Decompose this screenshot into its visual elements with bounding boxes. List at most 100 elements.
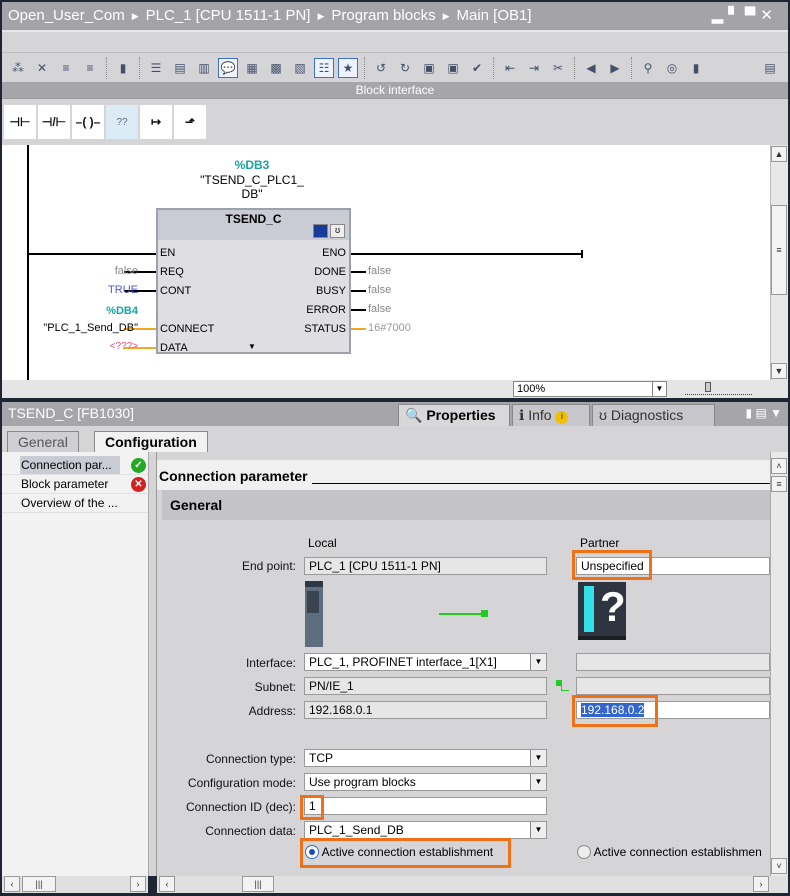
done-value[interactable]: false: [368, 265, 391, 277]
req-value[interactable]: false: [115, 265, 138, 277]
compile-icon[interactable]: ✔: [467, 58, 487, 78]
connect-value[interactable]: "PLC_1_Send_DB": [43, 322, 138, 334]
cont-value[interactable]: TRUE: [108, 284, 138, 296]
monitor-icon[interactable]: ⚲: [638, 58, 658, 78]
chevron-down-icon[interactable]: ▼: [530, 822, 546, 838]
crumb[interactable]: PLC_1 [CPU 1511-1 PN]: [146, 7, 311, 24]
configuration-mode-select[interactable]: Use program blocks ▼: [304, 773, 547, 791]
network-list-icon[interactable]: ☰: [146, 58, 166, 78]
scroll-right-icon[interactable]: ›: [753, 876, 769, 892]
unknown-device-icon: ?: [578, 582, 626, 640]
connection-line-icon: [439, 613, 481, 615]
goto-icon[interactable]: ↺: [371, 58, 391, 78]
star-icon[interactable]: ★: [338, 57, 358, 78]
coil-button[interactable]: –( )–: [72, 105, 104, 139]
content-vertical-scrollbar[interactable]: ˄ ≡ ˅: [770, 452, 788, 876]
scroll-thumb[interactable]: ≡: [771, 476, 787, 492]
goto2-icon[interactable]: ↻: [395, 58, 415, 78]
glasses-icon[interactable]: ◎: [662, 58, 682, 78]
list-icon[interactable]: ☷: [314, 57, 334, 78]
scroll-down-icon[interactable]: ˅: [771, 858, 787, 874]
collapse-icon[interactable]: ▤: [170, 58, 190, 78]
tab-diagnostics[interactable]: ʊ Diagnostics: [592, 404, 715, 426]
panel-controls-icon[interactable]: ▮ ▤ ▼: [746, 406, 783, 420]
editor-vertical-scrollbar[interactable]: ▲ ≡ ▼: [770, 145, 788, 380]
db-icon[interactable]: ▮: [113, 58, 133, 78]
label-address: Address:: [248, 704, 296, 718]
favorites-icon[interactable]: ▦: [242, 58, 262, 78]
chevron-down-icon[interactable]: ▼: [652, 382, 666, 396]
operand-icon[interactable]: ▩: [266, 58, 286, 78]
scroll-left-icon[interactable]: ‹: [159, 876, 175, 892]
splitter[interactable]: [2, 98, 788, 105]
scroll-up-icon[interactable]: ˄: [771, 458, 787, 474]
nav-item-overview[interactable]: Overview of the ...: [2, 494, 148, 513]
tab-general[interactable]: General: [7, 431, 79, 452]
scroll-down-icon[interactable]: ▼: [771, 363, 787, 379]
partner-interface: [576, 653, 770, 671]
chevron-down-icon[interactable]: ▼: [530, 750, 546, 766]
cut-icon[interactable]: ✂: [548, 58, 568, 78]
scroll-thumb[interactable]: |||: [242, 876, 274, 892]
user-icon[interactable]: ▤: [760, 58, 780, 78]
expand-arrow-icon[interactable]: ▼: [248, 342, 256, 351]
error-value[interactable]: false: [368, 303, 391, 315]
nc-contact-button[interactable]: ⊣/⊢: [38, 105, 70, 139]
window-controls[interactable]: ▂▘▀✕: [712, 2, 778, 30]
zoom-slider[interactable]: [685, 382, 752, 395]
busy-value[interactable]: false: [368, 284, 391, 296]
chevron-down-icon[interactable]: ▼: [530, 654, 546, 670]
insert-network-icon[interactable]: ⁂: [8, 58, 28, 78]
nav-item-connection-parameter[interactable]: Connection par... ✓: [2, 456, 148, 475]
instance-db-name[interactable]: "TSEND_C_PLC1_: [182, 173, 322, 187]
delete-network-icon[interactable]: ✕: [32, 58, 52, 78]
expand-icon[interactable]: ▥: [194, 58, 214, 78]
open-branch-button[interactable]: ↦: [140, 105, 172, 139]
comments-icon[interactable]: 💬: [218, 57, 238, 78]
crumb[interactable]: Open_User_Com: [8, 7, 125, 24]
check-icon: ✓: [131, 458, 146, 473]
add-row-icon[interactable]: ≡: [80, 58, 100, 78]
insert-row-icon[interactable]: ≡: [56, 58, 76, 78]
lad-editor[interactable]: %DB3 "TSEND_C_PLC1_ DB" TSEND_C ʊ EN REQ…: [2, 145, 770, 380]
prev-icon[interactable]: ◀: [581, 58, 601, 78]
interface-select[interactable]: PLC_1, PROFINET interface_1[X1] ▼: [304, 653, 547, 671]
snapshot-icon[interactable]: ▮: [686, 58, 706, 78]
crumb[interactable]: Program blocks: [331, 7, 435, 24]
label-connection-id: Connection ID (dec):: [185, 800, 296, 814]
tab-info[interactable]: ℹ Info i: [512, 404, 590, 426]
crumb[interactable]: Main [OB1]: [457, 7, 532, 24]
nav-item-block-parameter[interactable]: Block parameter ✕: [2, 475, 148, 494]
chevron-down-icon[interactable]: ▼: [530, 774, 546, 790]
tab-configuration[interactable]: Configuration: [94, 431, 208, 452]
connection-type-select[interactable]: TCP ▼: [304, 749, 547, 767]
connection-id-input[interactable]: 1: [304, 797, 547, 815]
label-configuration-mode: Configuration mode:: [187, 776, 296, 790]
outdent-icon[interactable]: ⇥: [524, 58, 544, 78]
scroll-left-icon[interactable]: ‹: [4, 876, 20, 892]
zoom-select[interactable]: 100% ▼: [513, 381, 667, 397]
scroll-right-icon[interactable]: ›: [130, 876, 146, 892]
tsend-c-block[interactable]: TSEND_C ʊ EN REQ CONT CONNECT DATA ENO D…: [156, 208, 351, 354]
radio-active-partner[interactable]: Active connection establishmen: [577, 845, 770, 859]
status-value[interactable]: 16#7000: [368, 322, 411, 334]
block-interface-bar[interactable]: Block interface: [2, 82, 788, 98]
data-value[interactable]: <???>: [110, 341, 138, 352]
close-branch-button[interactable]: ⬏: [174, 105, 206, 139]
scroll-thumb[interactable]: ≡: [771, 205, 787, 295]
nav-horizontal-scrollbar[interactable]: ‹ ||| ›: [2, 876, 148, 893]
indent-icon[interactable]: ⇤: [500, 58, 520, 78]
scroll-thumb[interactable]: |||: [22, 876, 56, 892]
tab-properties[interactable]: 🔍 Properties: [398, 404, 510, 426]
empty-box-button[interactable]: ??: [106, 105, 138, 139]
scroll-up-icon[interactable]: ▲: [771, 146, 787, 162]
connection-data-select[interactable]: PLC_1_Send_DB ▼: [304, 821, 547, 839]
compare2-icon[interactable]: ▣: [443, 58, 463, 78]
content-horizontal-scrollbar[interactable]: ‹ ||| ›: [157, 876, 788, 893]
next-icon[interactable]: ▶: [605, 58, 625, 78]
diagnostics-icon[interactable]: ʊ: [330, 224, 345, 238]
compare-icon[interactable]: ▣: [419, 58, 439, 78]
lock-icon[interactable]: [313, 224, 328, 238]
no-contact-button[interactable]: ⊣⊢: [4, 105, 36, 139]
symbol-icon[interactable]: ▧: [290, 58, 310, 78]
